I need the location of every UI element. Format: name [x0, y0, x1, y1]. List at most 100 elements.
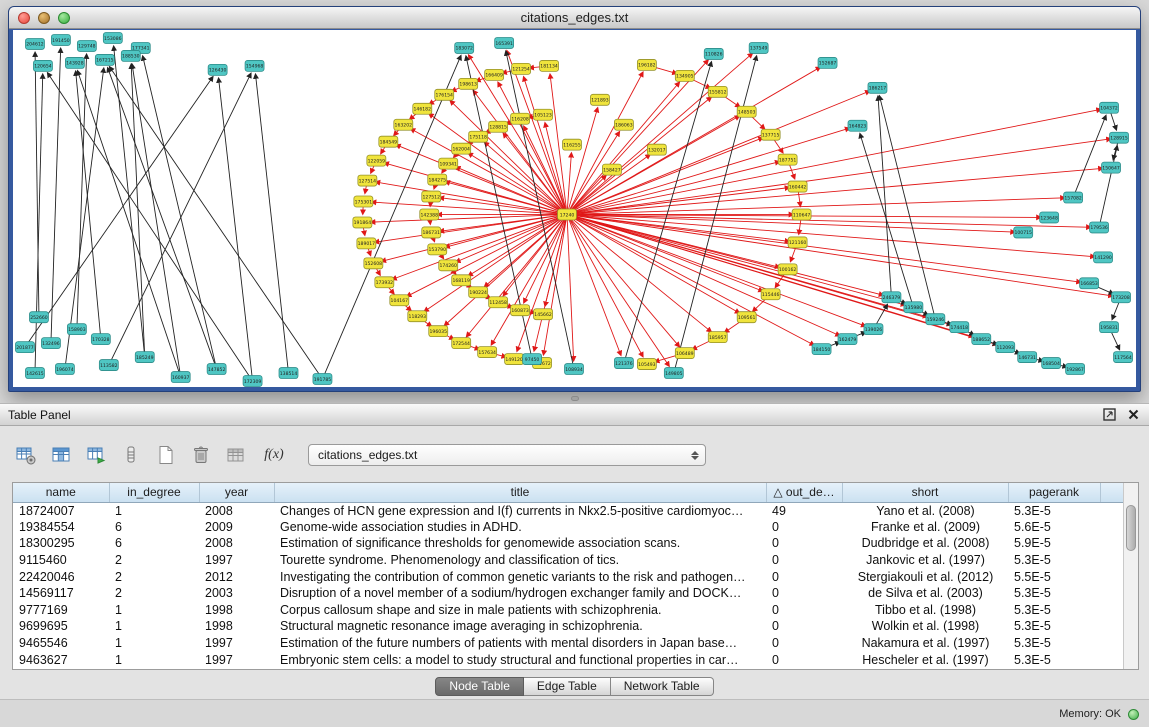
- graph-node[interactable]: 166853: [1080, 278, 1099, 289]
- table-cell[interactable]: Tibbo et al. (1998): [842, 602, 1008, 619]
- graph-node[interactable]: 186731: [422, 227, 441, 238]
- graph-node[interactable]: 181134: [540, 60, 559, 71]
- table-cell[interactable]: Nakamura et al. (1997): [842, 635, 1008, 652]
- graph-node[interactable]: 160937: [171, 372, 190, 383]
- graph-edge[interactable]: [219, 82, 253, 381]
- graph-node[interactable]: 163202: [394, 119, 413, 130]
- table-cell[interactable]: 5.6E-5: [1008, 519, 1100, 536]
- graph-node[interactable]: 154968: [245, 60, 264, 71]
- delete-table-button[interactable]: [187, 442, 215, 468]
- table-cell[interactable]: 9463627: [13, 651, 109, 668]
- graph-node[interactable]: 176154: [435, 89, 454, 100]
- graph-node[interactable]: 116208: [511, 113, 530, 124]
- tab-edge-table[interactable]: Edge Table: [524, 677, 611, 696]
- graph-node[interactable]: 179536: [1090, 222, 1109, 233]
- graph-node[interactable]: 127512: [422, 191, 441, 202]
- table-cell[interactable]: 1: [109, 618, 199, 635]
- graph-node[interactable]: 143928: [65, 57, 84, 68]
- graph-edge[interactable]: [567, 214, 620, 351]
- table-cell[interactable]: 0: [766, 618, 842, 635]
- new-table-button[interactable]: [152, 442, 180, 468]
- network-canvas[interactable]: 1724018113412125416640919861317615414618…: [13, 30, 1136, 387]
- table-cell[interactable]: de Silva et al. (2003): [842, 585, 1008, 602]
- graph-node[interactable]: 158903: [67, 324, 86, 335]
- graph-node[interactable]: 185957: [708, 332, 727, 343]
- column-header-title[interactable]: title: [274, 483, 766, 502]
- graph-node[interactable]: 184275: [428, 174, 447, 185]
- table-cell[interactable]: 1: [109, 635, 199, 652]
- table-cell[interactable]: 2009: [199, 519, 274, 536]
- graph-node[interactable]: 129748: [77, 40, 96, 51]
- table-cell[interactable]: Tourette syndrome. Phenomenology and cla…: [274, 552, 766, 569]
- table-cell[interactable]: Wolkin et al. (1998): [842, 618, 1008, 635]
- graph-node[interactable]: 165391: [495, 37, 514, 48]
- graph-node[interactable]: 128815: [489, 121, 508, 132]
- graph-node[interactable]: 157082: [1064, 192, 1083, 203]
- table-cell[interactable]: 0: [766, 535, 842, 552]
- graph-edge[interactable]: [567, 214, 573, 357]
- tab-network-table[interactable]: Network Table: [611, 677, 714, 696]
- graph-edge[interactable]: [567, 69, 817, 215]
- graph-node[interactable]: 137715: [761, 129, 780, 140]
- graph-node[interactable]: 196035: [429, 326, 448, 337]
- graph-node[interactable]: 175301: [354, 196, 373, 207]
- table-cell[interactable]: 1998: [199, 602, 274, 619]
- show-columns-button[interactable]: [47, 442, 75, 468]
- graph-node[interactable]: 146182: [413, 103, 432, 114]
- graph-edge[interactable]: [567, 111, 597, 214]
- graph-node[interactable]: 147852: [207, 364, 226, 375]
- graph-node[interactable]: 97450: [523, 354, 542, 365]
- table-chooser-select[interactable]: citations_edges.txt: [308, 444, 706, 466]
- close-window-button[interactable]: [18, 12, 30, 24]
- vertical-scrollbar[interactable]: [1123, 483, 1138, 669]
- graph-node[interactable]: 137549: [749, 42, 768, 53]
- graph-node[interactable]: 187751: [778, 154, 797, 165]
- table-cell[interactable]: 6: [109, 519, 199, 536]
- graph-node[interactable]: 122059: [367, 155, 386, 166]
- table-cell[interactable]: 9115460: [13, 552, 109, 569]
- graph-node[interactable]: 188652: [972, 334, 991, 345]
- graph-edge[interactable]: [256, 78, 289, 373]
- graph-edge[interactable]: [109, 77, 249, 365]
- graph-edge[interactable]: [567, 214, 811, 343]
- table-cell[interactable]: Structural magnetic resonance image aver…: [274, 618, 766, 635]
- graph-node[interactable]: 105493: [637, 359, 656, 370]
- table-cell[interactable]: 0: [766, 585, 842, 602]
- graph-node[interactable]: 173208: [1112, 292, 1131, 303]
- graph-node[interactable]: 121893: [590, 94, 609, 105]
- table-row[interactable]: 1830029562008Estimation of significance …: [13, 535, 1123, 552]
- graph-node[interactable]: 186217: [868, 82, 887, 93]
- table-cell[interactable]: 5.3E-5: [1008, 618, 1100, 635]
- table-cell[interactable]: Yano et al. (2008): [842, 502, 1008, 519]
- graph-node[interactable]: 191450: [51, 34, 70, 45]
- table-cell[interactable]: Stergiakouli et al. (2012): [842, 568, 1008, 585]
- graph-node[interactable]: 116255: [563, 139, 582, 150]
- table-row[interactable]: 1456911722003Disruption of a novel membe…: [13, 585, 1123, 602]
- graph-edge[interactable]: [144, 60, 217, 369]
- column-header-name[interactable]: name: [13, 483, 109, 502]
- column-header-in_degree[interactable]: in_degree: [109, 483, 199, 502]
- graph-edge[interactable]: [567, 214, 677, 343]
- table-cell[interactable]: 5.9E-5: [1008, 535, 1100, 552]
- graph-node[interactable]: 105123: [534, 109, 553, 120]
- graph-node[interactable]: 166409: [485, 69, 504, 80]
- table-cell[interactable]: Embryonic stem cells: a model to study s…: [274, 651, 766, 668]
- graph-node[interactable]: 112093: [996, 342, 1015, 353]
- scrollbar-thumb[interactable]: [1126, 505, 1136, 551]
- table-cell[interactable]: 1997: [199, 635, 274, 652]
- table-cell[interactable]: 0: [766, 635, 842, 652]
- graph-edge[interactable]: [1073, 119, 1104, 198]
- graph-node[interactable]: 149120: [505, 354, 524, 365]
- close-panel-icon[interactable]: [1128, 409, 1139, 420]
- graph-node[interactable]: 135980: [904, 302, 923, 313]
- window-titlebar[interactable]: citations_edges.txt: [9, 7, 1140, 29]
- graph-node[interactable]: 204612: [25, 38, 44, 49]
- graph-node[interactable]: 110826: [704, 48, 723, 59]
- graph-node[interactable]: 110647: [792, 209, 811, 220]
- graph-node[interactable]: 172309: [243, 376, 262, 387]
- graph-node[interactable]: 142615: [25, 368, 44, 379]
- graph-node[interactable]: 132017: [647, 144, 666, 155]
- graph-node[interactable]: 191785: [313, 374, 332, 385]
- graph-node[interactable]: 162479: [838, 334, 857, 345]
- table-cell[interactable]: 5.3E-5: [1008, 552, 1100, 569]
